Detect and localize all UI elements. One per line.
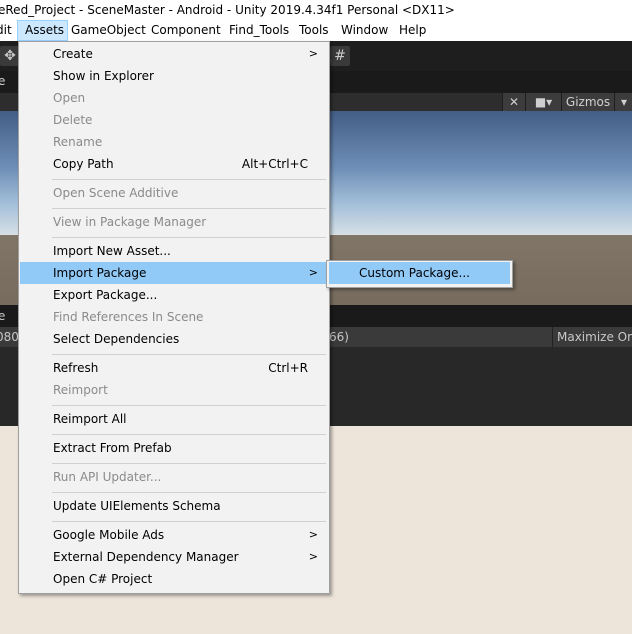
menu-separator xyxy=(52,405,326,406)
menu-separator xyxy=(52,237,326,238)
tools-icon[interactable]: ✕ xyxy=(502,93,525,111)
maximize-on-play-button[interactable]: Maximize On xyxy=(552,327,632,347)
menubar: dit Assets GameObject Component Find_Too… xyxy=(0,20,632,41)
menu-item-import-package[interactable]: Import Package > xyxy=(20,262,328,284)
game-scale[interactable]: 66) xyxy=(329,330,349,344)
chevron-right-icon: > xyxy=(308,550,318,563)
menu-item-select-dependencies[interactable]: Select Dependencies xyxy=(20,328,328,350)
menu-find-tools[interactable]: Find_Tools xyxy=(229,20,289,41)
window-title-bar: eRed_Project - SceneMaster - Android - U… xyxy=(0,0,632,20)
menu-separator xyxy=(52,208,326,209)
window-title: eRed_Project - SceneMaster - Android - U… xyxy=(0,3,455,17)
game-resolution[interactable]: 080 xyxy=(0,330,19,344)
menu-separator xyxy=(52,354,326,355)
menu-edit[interactable]: dit xyxy=(0,20,12,41)
move-tool-icon[interactable]: ✥ xyxy=(0,46,20,66)
menu-item-open-csharp-project[interactable]: Open C# Project xyxy=(20,568,328,590)
menu-item-external-dependency-manager[interactable]: External Dependency Manager > xyxy=(20,546,328,568)
menu-item-update-uielements-schema[interactable]: Update UIElements Schema xyxy=(20,495,328,517)
menu-separator xyxy=(52,179,326,180)
menu-item-refresh[interactable]: Refresh Ctrl+R xyxy=(20,357,328,379)
menu-help[interactable]: Help xyxy=(399,20,426,41)
menu-item-reimport[interactable]: Reimport xyxy=(20,379,328,401)
menu-item-find-references[interactable]: Find References In Scene xyxy=(20,306,328,328)
menu-item-export-package[interactable]: Export Package... xyxy=(20,284,328,306)
assets-menu: Create > Show in Explorer Open Delete Re… xyxy=(18,41,330,594)
menu-item-rename[interactable]: Rename xyxy=(20,131,328,153)
menu-item-delete[interactable]: Delete xyxy=(20,109,328,131)
menu-item-google-mobile-ads[interactable]: Google Mobile Ads > xyxy=(20,524,328,546)
camera-icon[interactable]: ■▾ xyxy=(525,93,561,111)
menu-separator xyxy=(52,463,326,464)
shortcut-copy-path: Alt+Ctrl+C xyxy=(241,157,308,171)
import-package-submenu: Custom Package... xyxy=(326,260,513,288)
menu-item-open-scene-additive[interactable]: Open Scene Additive xyxy=(20,182,328,204)
menu-separator xyxy=(52,434,326,435)
menu-item-run-api-updater[interactable]: Run API Updater... xyxy=(20,466,328,488)
menu-item-view-in-package-manager[interactable]: View in Package Manager xyxy=(20,211,328,233)
menu-item-create[interactable]: Create > xyxy=(20,43,328,65)
menu-separator xyxy=(52,521,326,522)
grid-snap-icon[interactable]: # xyxy=(330,46,350,66)
menu-component[interactable]: Component xyxy=(151,20,221,41)
menu-item-custom-package[interactable]: Custom Package... xyxy=(329,262,510,284)
menu-item-import-new-asset[interactable]: Import New Asset... xyxy=(20,240,328,262)
menu-item-copy-path[interactable]: Copy Path Alt+Ctrl+C xyxy=(20,153,328,175)
chevron-right-icon: > xyxy=(308,528,318,541)
menu-window[interactable]: Window xyxy=(341,20,388,41)
chevron-right-icon: > xyxy=(308,47,318,60)
menu-item-show-in-explorer[interactable]: Show in Explorer xyxy=(20,65,328,87)
game-tab-label[interactable]: e xyxy=(0,309,5,323)
scene-tab-label[interactable]: e xyxy=(0,74,5,88)
menu-assets[interactable]: Assets xyxy=(17,20,69,41)
chevron-right-icon: > xyxy=(308,266,318,279)
gizmos-dropdown-icon[interactable]: ▾ xyxy=(614,93,632,111)
menu-item-open[interactable]: Open xyxy=(20,87,328,109)
gizmos-button[interactable]: Gizmos xyxy=(561,93,614,111)
shortcut-refresh: Ctrl+R xyxy=(268,361,308,375)
menu-separator xyxy=(52,492,326,493)
menu-item-extract-from-prefab[interactable]: Extract From Prefab xyxy=(20,437,328,459)
menu-gameobject[interactable]: GameObject xyxy=(71,20,146,41)
menu-item-reimport-all[interactable]: Reimport All xyxy=(20,408,328,430)
menu-tools[interactable]: Tools xyxy=(299,20,329,41)
